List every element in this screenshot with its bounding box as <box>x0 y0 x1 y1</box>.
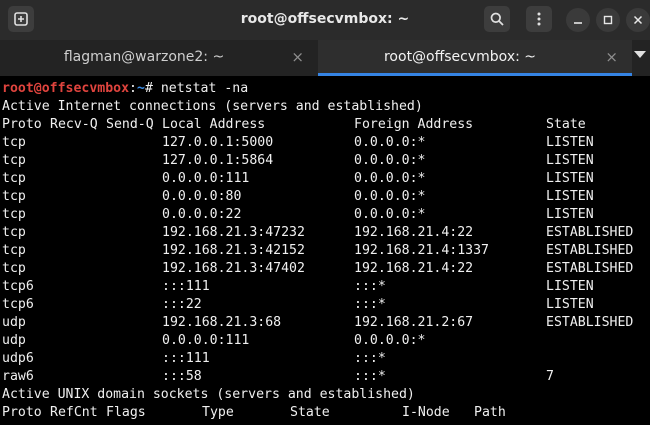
col-sendq: Send-Q <box>106 117 154 132</box>
cell-local-address: :::22 <box>162 297 202 312</box>
col-flags: Flags <box>106 405 146 420</box>
cell-foreign-address: 0.0.0.0:* <box>354 153 426 168</box>
tab-label: flagman@warzone2: ~ <box>63 49 225 65</box>
tab-bar: flagman@warzone2: ~ × root@offsecvmbox: … <box>0 40 650 76</box>
cell-state: ESTABLISHED <box>546 243 634 258</box>
cell-local-address: 0.0.0.0:111 <box>162 333 250 348</box>
cell-proto: tcp <box>2 153 26 168</box>
prompt-line: root@offsecvmbox:~# netstat -na <box>2 80 248 98</box>
cell-foreign-address: 0.0.0.0:* <box>354 171 426 186</box>
cell-local-address: 192.168.21.3:68 <box>162 315 282 330</box>
window-title: root@offsecvmbox: ~ <box>240 11 410 27</box>
prompt-path: ~ <box>137 81 145 96</box>
col-local-address: Local Address <box>162 117 266 132</box>
cell-local-address: 0.0.0.0:22 <box>162 207 242 222</box>
cell-foreign-address: 192.168.21.4:1337 <box>354 243 489 258</box>
unix-header-row: Proto RefCnt Flags Type State I-Node Pat… <box>2 404 506 422</box>
prompt-user: root@offsecvmbox <box>2 81 130 96</box>
cell-state: LISTEN <box>546 207 594 222</box>
cell-local-address: 0.0.0.0:111 <box>162 171 250 186</box>
chevron-down-icon[interactable] <box>634 51 646 58</box>
cell-foreign-address: 192.168.21.4:22 <box>354 261 474 276</box>
col-foreign-address: Foreign Address <box>354 117 474 132</box>
cell-state: ESTABLISHED <box>546 315 634 330</box>
cell-foreign-address: :::* <box>354 279 386 294</box>
col-state: State <box>546 117 586 132</box>
cell-proto: tcp <box>2 207 26 222</box>
cell-local-address: 192.168.21.3:42152 <box>162 243 305 258</box>
close-icon <box>633 15 643 25</box>
tab-flagman-warzone2[interactable]: flagman@warzone2: ~ × <box>0 40 318 76</box>
cell-local-address: :::111 <box>162 351 210 366</box>
hamburger-menu-icon <box>537 12 541 26</box>
section-heading-unix: Active UNIX domain sockets (servers and … <box>2 387 415 402</box>
cell-proto: tcp6 <box>2 279 34 294</box>
close-button[interactable] <box>626 8 650 32</box>
cell-foreign-address: 0.0.0.0:* <box>354 333 426 348</box>
cell-foreign-address: 0.0.0.0:* <box>354 189 426 204</box>
cell-state: ESTABLISHED <box>546 225 634 240</box>
cell-foreign-address: :::* <box>354 297 386 312</box>
cell-proto: tcp <box>2 171 26 186</box>
prompt-symbol: # <box>144 81 161 96</box>
cell-local-address: 0.0.0.0:80 <box>162 189 242 204</box>
cell-local-address: :::58 <box>162 369 202 384</box>
cell-state: LISTEN <box>546 135 594 150</box>
cell-proto: tcp <box>2 225 26 240</box>
prompt-separator: : <box>129 81 137 96</box>
col-type: Type <box>202 405 234 420</box>
cell-foreign-address: 0.0.0.0:* <box>354 135 426 150</box>
maximize-icon <box>603 15 613 25</box>
title-bar: root@offsecvmbox: ~ <box>0 0 650 40</box>
cell-foreign-address: 192.168.21.4:22 <box>354 225 474 240</box>
cell-state: LISTEN <box>546 153 594 168</box>
col-refcnt: RefCnt <box>50 405 98 420</box>
tab-close-icon[interactable]: × <box>291 48 304 66</box>
cell-local-address: 192.168.21.3:47232 <box>162 225 305 240</box>
minimize-button[interactable] <box>566 8 590 32</box>
cell-state: 7 <box>546 369 554 384</box>
cell-proto: tcp <box>2 243 26 258</box>
inet-header-row: Proto Recv-Q Send-Q Local Address Foreig… <box>2 116 586 134</box>
cell-proto: tcp <box>2 135 26 150</box>
col-inode: I-Node <box>402 405 450 420</box>
cell-local-address: :::111 <box>162 279 210 294</box>
command-text: netstat -na <box>160 81 249 96</box>
cell-proto: udp <box>2 315 26 330</box>
cell-state: LISTEN <box>546 279 594 294</box>
col-state: State <box>290 405 330 420</box>
cell-foreign-address: :::* <box>354 369 386 384</box>
cell-local-address: 127.0.0.1:5864 <box>162 153 274 168</box>
col-path: Path <box>474 405 506 420</box>
cell-state: LISTEN <box>546 171 594 186</box>
cell-proto: raw6 <box>2 369 34 384</box>
cell-local-address: 192.168.21.3:47402 <box>162 261 305 276</box>
terminal-output[interactable]: root@offsecvmbox:~# netstat -na Active I… <box>0 78 650 425</box>
col-proto: Proto <box>2 117 42 132</box>
minimize-icon <box>574 22 582 24</box>
cell-state: LISTEN <box>546 297 594 312</box>
cell-state: LISTEN <box>546 189 594 204</box>
cell-proto: udp <box>2 333 26 348</box>
col-proto: Proto <box>2 405 42 420</box>
col-recvq: Recv-Q <box>50 117 98 132</box>
cell-proto: tcp6 <box>2 297 34 312</box>
cell-proto: tcp <box>2 189 26 204</box>
maximize-button[interactable] <box>596 8 620 32</box>
cell-proto: udp6 <box>2 351 34 366</box>
cell-foreign-address: 0.0.0.0:* <box>354 207 426 222</box>
search-button[interactable] <box>484 6 510 32</box>
section-heading-inet: Active Internet connections (servers and… <box>2 99 423 114</box>
cell-local-address: 127.0.0.1:5000 <box>162 135 274 150</box>
cell-foreign-address: :::* <box>354 351 386 366</box>
tab-root-offsecvmbox[interactable]: root@offsecvmbox: ~ × <box>318 40 632 76</box>
search-icon <box>490 12 504 26</box>
cell-proto: tcp <box>2 261 26 276</box>
cell-foreign-address: 192.168.21.2:67 <box>354 315 474 330</box>
tab-label: root@offsecvmbox: ~ <box>383 49 536 65</box>
cell-state: ESTABLISHED <box>546 261 634 276</box>
tab-close-icon[interactable]: × <box>605 48 618 66</box>
menu-button[interactable] <box>526 6 552 32</box>
